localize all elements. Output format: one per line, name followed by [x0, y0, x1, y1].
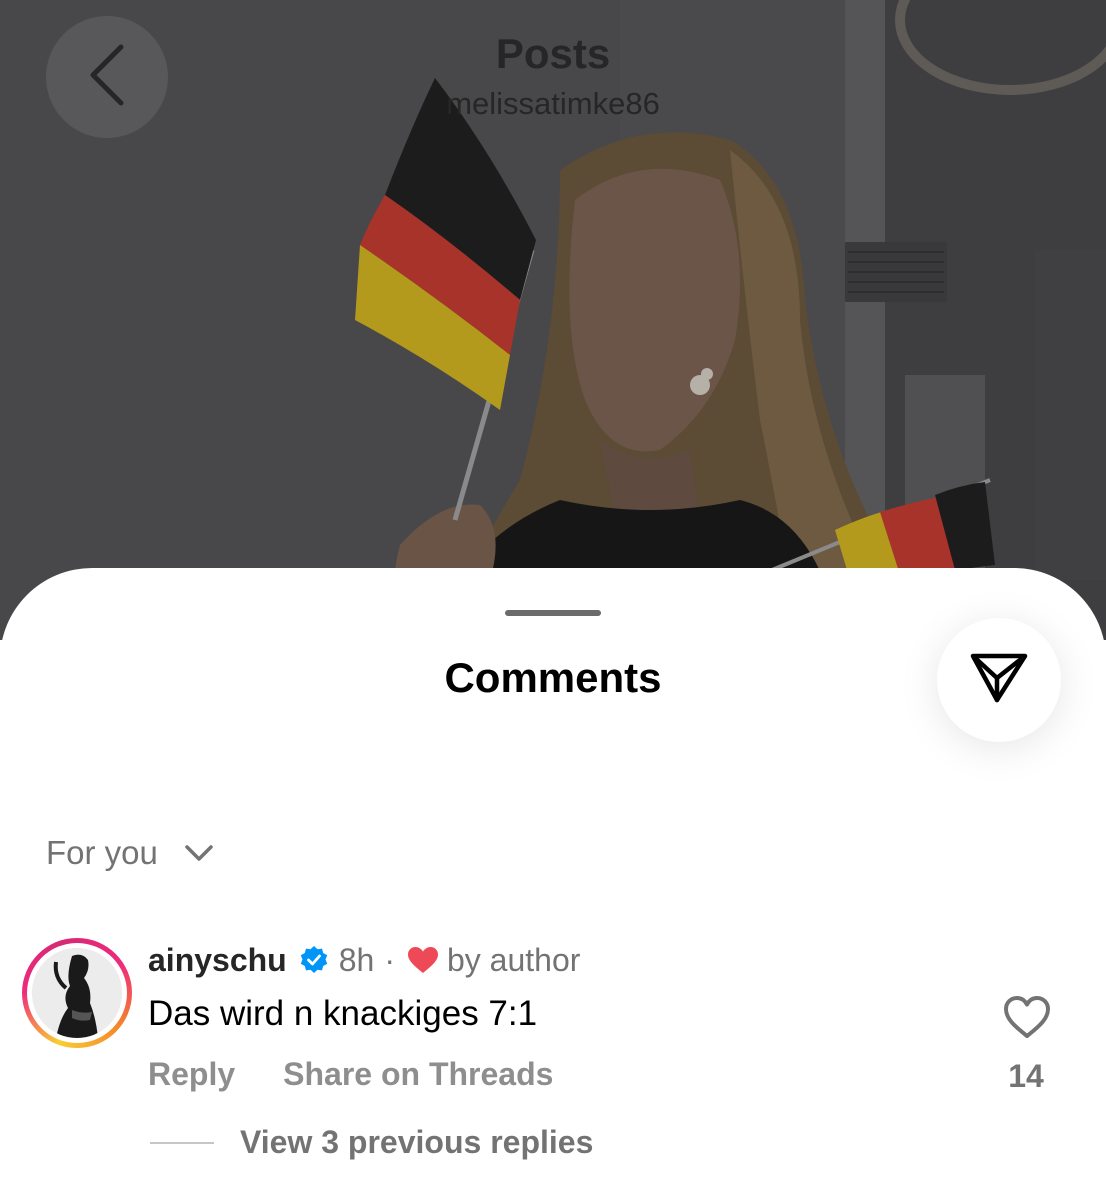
verified-badge-icon [299, 945, 329, 975]
comment-actions: Reply Share on Threads [148, 1056, 553, 1093]
view-replies-button[interactable]: View 3 previous replies [150, 1124, 593, 1161]
heart-filled-icon [407, 946, 439, 974]
comment-text: Das wird n knackiges 7:1 [148, 994, 538, 1033]
page-title: Posts [495, 30, 611, 77]
sort-dropdown[interactable]: For you [46, 834, 214, 872]
like-count: 14 [1008, 1058, 1044, 1094]
sheet-grabber[interactable] [505, 610, 601, 616]
sort-label: For you [46, 834, 158, 871]
liked-by-author-label: by author [446, 941, 581, 978]
replies-divider [150, 1141, 214, 1144]
reply-button[interactable]: Reply [148, 1056, 235, 1093]
chevron-down-icon [184, 844, 214, 862]
like-button[interactable] [1000, 992, 1054, 1046]
avatar[interactable] [22, 938, 132, 1048]
comment-username[interactable]: ainyschu [148, 942, 287, 979]
share-on-threads-button[interactable]: Share on Threads [283, 1056, 553, 1093]
comment-header: ainyschu 8h · by author [148, 940, 580, 980]
post-author-username[interactable]: melissatimke86 [0, 86, 1106, 122]
view-replies-label: View 3 previous replies [240, 1124, 594, 1160]
comments-sheet: Comments For you ainyschu 8h · by author… [0, 568, 1106, 1200]
paper-plane-icon [967, 648, 1031, 713]
avatar-photo [32, 948, 122, 1038]
separator-dot: · [384, 941, 395, 978]
comment-time: 8h [338, 941, 375, 978]
share-button[interactable] [937, 618, 1061, 742]
heart-outline-icon [1003, 995, 1051, 1044]
